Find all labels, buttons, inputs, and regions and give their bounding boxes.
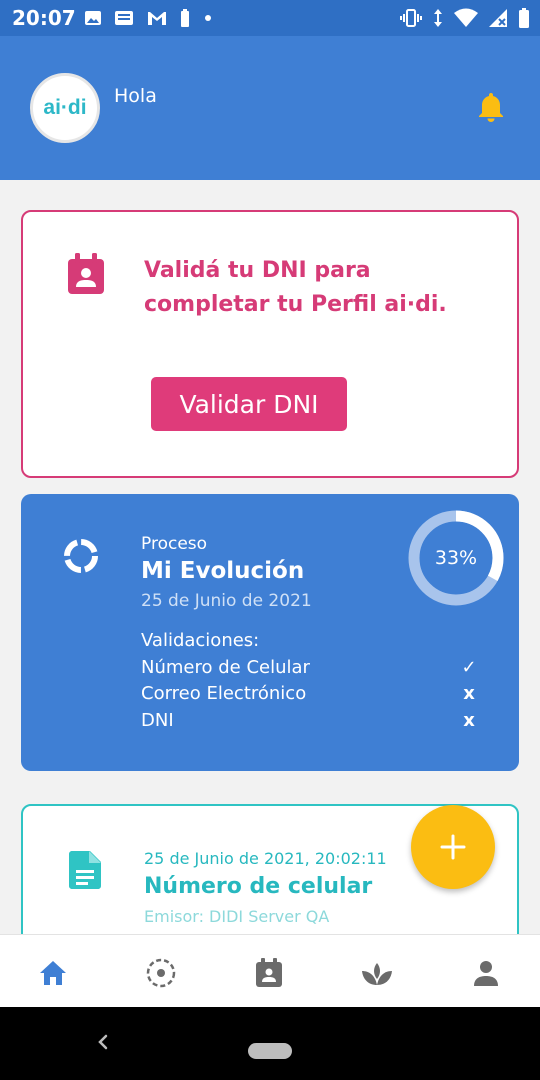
vibrate-icon bbox=[400, 9, 422, 27]
nav-credentials[interactable] bbox=[249, 953, 289, 993]
battery-icon bbox=[519, 8, 529, 28]
back-chevron-icon bbox=[98, 1034, 108, 1050]
app-header: ai·di Hola bbox=[0, 36, 540, 180]
nav-profile[interactable] bbox=[466, 953, 506, 993]
wifi-icon bbox=[454, 8, 478, 27]
progress-percent: 33% bbox=[434, 547, 478, 569]
greeting-text: Hola bbox=[114, 85, 157, 107]
document-icon bbox=[69, 851, 101, 893]
battery-small-icon bbox=[181, 9, 189, 27]
validation-mark: ✓ bbox=[461, 656, 477, 678]
validation-mark: x bbox=[463, 709, 475, 731]
gmail-icon bbox=[148, 12, 166, 25]
dot-icon bbox=[205, 15, 211, 21]
person-icon bbox=[474, 961, 498, 986]
validation-mark: x bbox=[463, 683, 475, 704]
validations-heading: Validaciones: bbox=[141, 630, 260, 651]
status-system-icons bbox=[400, 8, 530, 28]
bottom-nav bbox=[0, 934, 540, 1007]
data-arrows-icon bbox=[434, 9, 442, 27]
validate-dni-button[interactable]: Validar DNI bbox=[151, 377, 347, 431]
process-date: 25 de Junio de 2021 bbox=[141, 591, 312, 611]
status-time: 20:07 bbox=[12, 6, 76, 30]
add-button[interactable] bbox=[411, 805, 495, 889]
validate-dni-message: Validá tu DNI para completar tu Perfil a… bbox=[144, 258, 447, 317]
system-back-button[interactable] bbox=[96, 1031, 110, 1057]
image-icon bbox=[85, 11, 101, 25]
validation-name: Número de Celular bbox=[141, 656, 310, 678]
validation-row-dni: DNI x bbox=[141, 708, 481, 735]
avatar[interactable]: ai·di bbox=[30, 73, 100, 143]
dashed-circle-icon bbox=[146, 958, 176, 988]
credential-date: 25 de Junio de 2021, 20:02:11 bbox=[144, 849, 387, 868]
status-bar: 20:07 bbox=[0, 0, 540, 36]
validations-list: Validaciones: Número de Celular ✓ Correo… bbox=[141, 628, 481, 734]
validate-dni-card: Validá tu DNI para completar tu Perfil a… bbox=[21, 210, 519, 478]
calendar-user-icon bbox=[67, 253, 105, 299]
process-label: Proceso bbox=[141, 534, 208, 554]
bell-icon bbox=[479, 93, 503, 122]
system-nav-bar bbox=[0, 1007, 540, 1080]
validation-name: DNI bbox=[141, 709, 174, 731]
home-pill-icon[interactable] bbox=[248, 1043, 292, 1059]
evolution-card[interactable]: Proceso Mi Evolución 25 de Junio de 2021… bbox=[21, 494, 519, 771]
signal-icon bbox=[489, 9, 507, 27]
credential-title: Número de celular bbox=[144, 874, 373, 899]
home-icon bbox=[40, 961, 66, 985]
aidi-logo: ai·di bbox=[43, 96, 87, 119]
status-notifications bbox=[84, 9, 214, 27]
nav-home[interactable] bbox=[33, 953, 73, 993]
validation-name: Correo Electrónico bbox=[141, 683, 307, 704]
nav-wellness[interactable] bbox=[357, 953, 397, 993]
validation-row-correo: Correo Electrónico x bbox=[141, 681, 481, 708]
validation-row-celular: Número de Celular ✓ bbox=[141, 655, 481, 682]
plus-icon bbox=[440, 834, 466, 860]
id-card-icon bbox=[256, 958, 282, 987]
process-title: Mi Evolución bbox=[141, 558, 305, 584]
credential-issuer: Emisor: DIDI Server QA bbox=[144, 907, 330, 926]
progress-circle-icon bbox=[61, 536, 101, 580]
message-icon bbox=[115, 11, 133, 25]
notifications-button[interactable] bbox=[476, 91, 506, 127]
nav-evolution[interactable] bbox=[141, 953, 181, 993]
lotus-icon bbox=[362, 963, 392, 985]
